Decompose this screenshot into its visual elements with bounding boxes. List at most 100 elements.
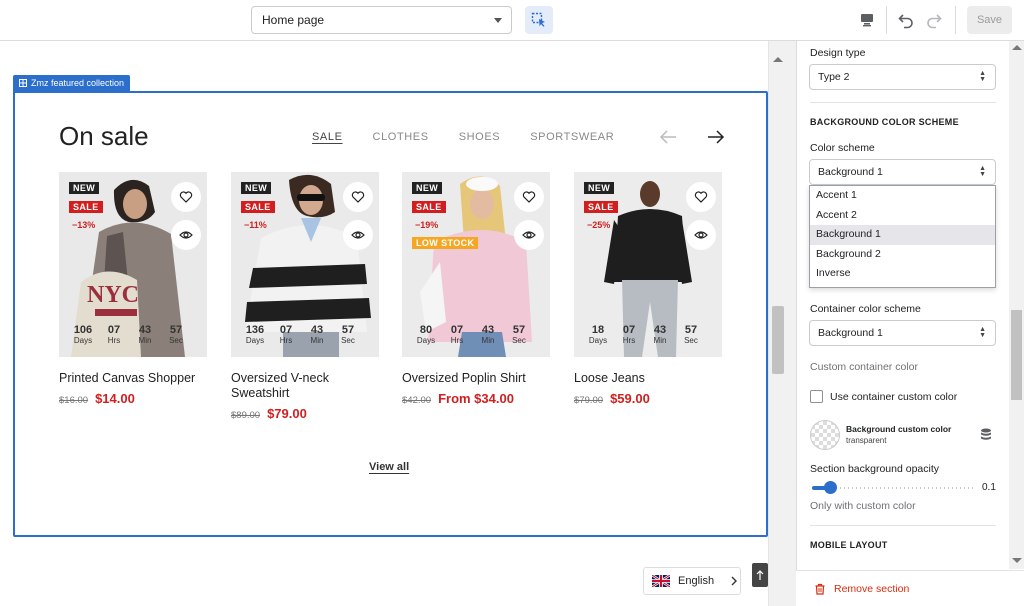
use-custom-color-checkbox[interactable] — [810, 390, 823, 403]
scrollbar-thumb[interactable] — [772, 306, 784, 374]
product-name[interactable]: Oversized Poplin Shirt — [402, 371, 550, 386]
product-prices: $16.00 $14.00 — [59, 391, 207, 406]
eye-icon — [522, 231, 536, 239]
inspector-button[interactable] — [525, 6, 553, 34]
database-icon[interactable] — [980, 428, 992, 441]
arrow-right-icon[interactable] — [707, 129, 725, 145]
product-image[interactable]: NYC NEW SALE −13% 106 Days 07 Hrs 43 Min 57… — [59, 172, 207, 357]
product-card[interactable]: NEW SALE −19% LOW STOCK 80 Days 07 Hrs 43 M… — [402, 172, 550, 406]
tab-sale[interactable]: SALE — [312, 131, 343, 143]
product-card[interactable]: NYC NEW SALE −13% 106 Days 07 Hrs 43 Min 57… — [59, 172, 207, 406]
countdown-value: 43 — [481, 324, 495, 336]
dropdown-option[interactable]: Inverse — [810, 264, 995, 284]
product-name[interactable]: Oversized V-neck Sweatshirt — [231, 371, 379, 401]
heart-icon — [179, 191, 193, 203]
sale-price: $79.00 — [267, 406, 307, 421]
editor-topbar: Home page Save — [0, 0, 1024, 41]
tab-sportswear[interactable]: SPORTSWEAR — [530, 131, 614, 143]
new-badge: NEW — [412, 182, 443, 194]
trash-icon — [815, 583, 825, 595]
panel-scrollbar[interactable] — [1009, 41, 1024, 569]
save-button[interactable]: Save — [967, 6, 1012, 34]
container-scheme-select[interactable]: Background 1 ▲ ▼ — [809, 320, 996, 346]
sale-badge: SALE — [584, 201, 618, 213]
quick-view-button[interactable] — [343, 220, 373, 250]
countdown-value: 57 — [684, 324, 698, 336]
eye-icon — [351, 231, 365, 239]
section-tag-label: Zmz featured collection — [31, 78, 125, 88]
design-type-select[interactable]: Type 2 ▲ ▼ — [809, 64, 996, 90]
countdown-unit: Min — [138, 336, 152, 345]
tab-clothes[interactable]: CLOTHES — [373, 131, 429, 143]
product-image[interactable]: NEW SALE −11% 136 Days 07 Hrs 43 Min 57 Sec — [231, 172, 379, 357]
dropdown-option[interactable]: Accent 2 — [810, 206, 995, 226]
scrollbar-thumb[interactable] — [1011, 310, 1022, 400]
countdown-unit: Min — [310, 336, 324, 345]
color-scheme-dropdown: Accent 1 Accent 2 Background 1 Backgroun… — [809, 185, 996, 288]
preview-scrollbar[interactable] — [768, 41, 786, 606]
countdown-timer: 80 Days 07 Hrs 43 Min 57 Sec — [414, 324, 531, 345]
scroll-up-icon[interactable] — [773, 57, 783, 62]
product-name[interactable]: Printed Canvas Shopper — [59, 371, 207, 386]
countdown-unit: Days — [73, 336, 93, 345]
language-selector[interactable]: English — [643, 567, 741, 595]
eye-icon — [179, 231, 193, 239]
divider — [810, 102, 996, 103]
section-title: On sale — [59, 121, 149, 151]
product-name[interactable]: Loose Jeans — [574, 371, 722, 386]
countdown-value: 57 — [169, 324, 183, 336]
divider — [810, 525, 996, 526]
back-to-top-button[interactable] — [752, 563, 768, 587]
quick-view-button[interactable] — [171, 220, 201, 250]
arrow-left-icon[interactable] — [659, 129, 677, 145]
countdown-unit: Sec — [512, 336, 526, 345]
bg-custom-color-label: Background custom color — [846, 424, 952, 434]
page-select[interactable]: Home page — [251, 6, 512, 34]
opacity-slider-handle[interactable] — [824, 481, 837, 494]
dropdown-option[interactable]: Accent 1 — [810, 186, 995, 206]
discount-label: −19% — [415, 220, 439, 230]
svg-text:NYC: NYC — [87, 282, 139, 308]
bg-scheme-heading: BACKGROUND COLOR SCHEME — [810, 117, 959, 127]
color-scheme-label: Color scheme — [810, 142, 875, 154]
product-card[interactable]: NEW SALE −11% 136 Days 07 Hrs 43 Min 57 Sec … — [231, 172, 379, 421]
view-all-link[interactable]: View all — [369, 461, 409, 473]
desktop-view-button[interactable] — [855, 8, 879, 32]
design-type-value: Type 2 — [818, 71, 850, 83]
dropdown-option-selected[interactable]: Background 1 — [810, 225, 995, 245]
discount-label: −13% — [72, 220, 96, 230]
low-stock-badge: LOW STOCK — [412, 237, 479, 249]
product-image[interactable]: NEW SALE −25% 18 Days 07 Hrs 43 Min 57 Sec — [574, 172, 722, 357]
scroll-up-icon[interactable] — [1012, 45, 1022, 50]
dropdown-option[interactable]: Background 2 — [810, 245, 995, 265]
wishlist-button[interactable] — [343, 182, 373, 212]
desktop-icon — [861, 14, 873, 27]
updown-icon: ▲ ▼ — [979, 326, 986, 339]
section-tag[interactable]: Zmz featured collection — [13, 75, 131, 91]
quick-view-button[interactable] — [514, 220, 544, 250]
countdown-unit: Hrs — [279, 336, 293, 345]
color-scheme-select[interactable]: Background 1 ▲ ▼ — [809, 159, 996, 185]
countdown-value: 07 — [450, 324, 464, 336]
wishlist-button[interactable] — [171, 182, 201, 212]
color-swatch[interactable] — [810, 420, 840, 450]
product-card[interactable]: NEW SALE −25% 18 Days 07 Hrs 43 Min 57 Sec L… — [574, 172, 722, 406]
container-scheme-label: Container color scheme — [810, 303, 921, 315]
undo-icon — [898, 14, 913, 29]
heart-icon — [522, 191, 536, 203]
preview-canvas: Zmz featured collection On sale SALE CLO… — [0, 41, 786, 606]
wishlist-button[interactable] — [686, 182, 716, 212]
scroll-down-icon[interactable] — [1012, 558, 1022, 563]
quick-view-button[interactable] — [686, 220, 716, 250]
use-custom-color-label[interactable]: Use container custom color — [830, 391, 957, 403]
wishlist-button[interactable] — [514, 182, 544, 212]
tab-shoes[interactable]: SHOES — [459, 131, 501, 143]
sale-badge: SALE — [241, 201, 275, 213]
compare-price: $42.00 — [402, 395, 432, 406]
undo-button[interactable] — [894, 8, 918, 32]
redo-button[interactable] — [922, 8, 946, 32]
arrow-up-icon — [756, 570, 764, 580]
remove-section-button[interactable]: Remove section — [796, 570, 1024, 606]
product-image[interactable]: NEW SALE −19% LOW STOCK 80 Days 07 Hrs 43 M… — [402, 172, 550, 357]
sale-badge: SALE — [412, 201, 446, 213]
